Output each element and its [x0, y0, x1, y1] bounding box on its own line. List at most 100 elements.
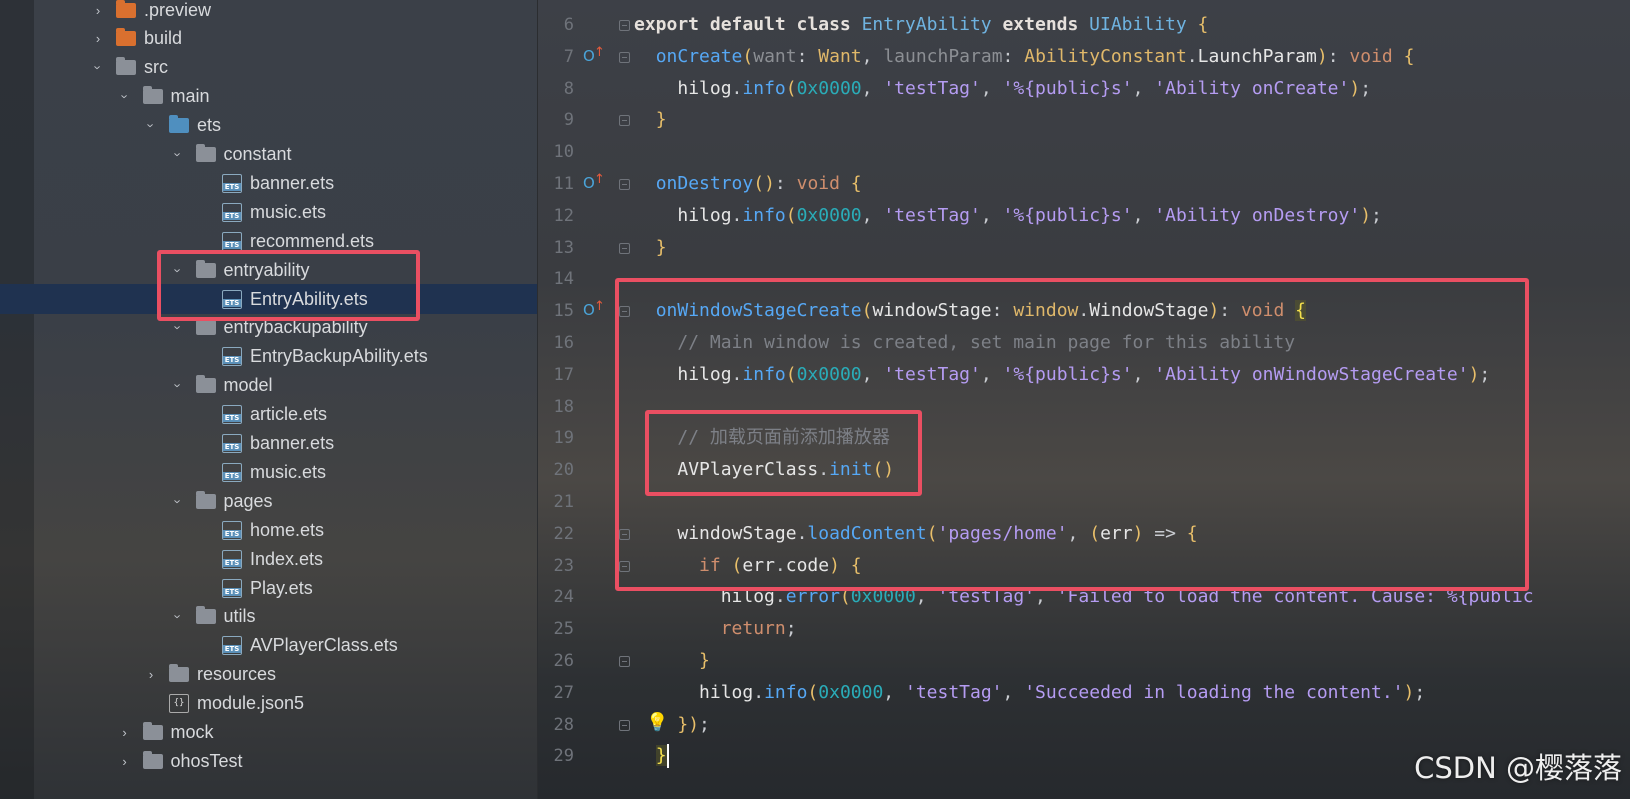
override-method-icon[interactable]: O ↑: [583, 299, 605, 323]
tree-item[interactable]: › ohosTest: [0, 746, 537, 776]
code-line: }: [655, 745, 667, 767]
chevron-down-icon[interactable]: ›: [170, 320, 185, 336]
chevron-down-icon[interactable]: ›: [170, 609, 185, 625]
tree-item[interactable]: ›ETSEntryBackupAbility.ets: [0, 342, 537, 372]
ets-file-icon: ETS: [222, 434, 242, 453]
chevron-right-icon[interactable]: ›: [117, 754, 133, 769]
chevron-down-icon[interactable]: ›: [170, 493, 185, 509]
chevron-down-icon[interactable]: ›: [144, 118, 159, 134]
avplayer-init-highlight-box: [645, 410, 922, 496]
tree-item[interactable]: ›{}module.json5: [0, 689, 537, 719]
code-line: }: [655, 109, 667, 131]
ets-file-icon: ETS: [222, 549, 242, 569]
tree-item-label: pages: [223, 490, 273, 511]
tree-item-label: ets: [197, 115, 222, 136]
line-number: 17: [553, 364, 574, 385]
folder-icon: [195, 375, 216, 394]
fold-toggle-icon[interactable]: [619, 51, 630, 63]
tree-item-label: ohosTest: [170, 750, 243, 771]
ets-file-icon: ETS: [222, 405, 242, 425]
ets-file-icon: ETS: [222, 347, 242, 367]
line-number: 24: [553, 587, 574, 608]
tree-item[interactable]: › pages: [0, 486, 537, 516]
tree-item[interactable]: ›ETShome.ets: [0, 515, 537, 545]
fold-toggle-icon[interactable]: [619, 20, 630, 31]
line-number: 6: [563, 15, 574, 35]
tree-item[interactable]: › ets: [0, 111, 537, 141]
tree-item[interactable]: › resources: [0, 660, 537, 690]
tree-item-label: music.ets: [250, 461, 327, 482]
line-number: 20: [553, 460, 574, 481]
tree-item[interactable]: › constant: [0, 140, 537, 170]
folder-icon: [195, 144, 216, 162]
tree-item[interactable]: › main: [0, 82, 537, 112]
chevron-down-icon[interactable]: ›: [91, 60, 106, 76]
chevron-right-icon[interactable]: ›: [90, 3, 106, 18]
code-line: hilog.info(0x0000, 'testTag', '%{public}…: [677, 77, 1372, 99]
chevron-right-icon[interactable]: ›: [143, 667, 159, 682]
code-editor[interactable]: 6 export default class EntryAbility exten…: [538, 0, 1630, 799]
code-line: onCreate(want: Want, launchParam: Abilit…: [655, 45, 1415, 67]
ets-file-icon: ETS: [222, 173, 242, 193]
code-line: hilog.info(0x0000, 'testTag', '%{public}…: [677, 204, 1382, 226]
tree-item[interactable]: ›ETSPlay.ets: [0, 573, 537, 603]
tree-item-label: Play.ets: [250, 577, 313, 598]
chevron-right-icon[interactable]: ›: [90, 31, 106, 46]
tree-item[interactable]: ›ETSbanner.ets: [0, 168, 537, 198]
override-method-icon[interactable]: O ↑: [583, 172, 605, 196]
ets-file-icon: ETS: [222, 462, 242, 482]
tree-item[interactable]: ›ETSbanner.ets: [0, 429, 537, 459]
line-number: 18: [553, 396, 574, 417]
chevron-down-icon[interactable]: ›: [170, 378, 185, 394]
line-number: 29: [553, 746, 574, 767]
tree-item[interactable]: ›ETSarticle.ets: [0, 400, 537, 430]
fold-toggle-icon[interactable]: [619, 179, 630, 190]
project-tree-panel: › .preview › build › src › main › ets › constant › ET…: [0, 0, 537, 799]
tree-item-label: src: [144, 57, 168, 78]
line-number: 14: [553, 269, 574, 290]
tree-item[interactable]: ›ETSmusic.ets: [0, 197, 537, 227]
tree-item[interactable]: › build: [0, 24, 537, 54]
line-number: 13: [553, 237, 574, 258]
tree-item[interactable]: ›ETSIndex.ets: [0, 544, 537, 574]
tree-item[interactable]: › mock: [0, 718, 537, 748]
line-number: 28: [553, 714, 574, 735]
folder-icon: [195, 317, 216, 336]
tree-item[interactable]: ›ETSAVPlayerClass.ets: [0, 631, 537, 661]
tree-item-label: AVPlayerClass.ets: [250, 635, 398, 656]
chevron-down-icon[interactable]: ›: [117, 89, 132, 105]
line-number: 23: [553, 555, 574, 576]
tree-item-label: .preview: [144, 0, 212, 20]
tree-item-label: recommend.ets: [250, 230, 375, 251]
ets-file-icon: ETS: [222, 636, 242, 656]
folder-icon: [116, 57, 136, 76]
line-number: 9: [563, 110, 574, 131]
fold-toggle-icon[interactable]: [619, 115, 630, 127]
line-number: 11: [553, 174, 574, 194]
ets-file-icon: ETS: [222, 202, 242, 222]
fold-toggle-icon[interactable]: [619, 656, 630, 667]
tree-item-label: module.json5: [197, 693, 305, 714]
fold-toggle-icon[interactable]: [619, 242, 630, 254]
chevron-down-icon[interactable]: ›: [170, 147, 185, 163]
tree-item-label: banner.ets: [250, 433, 335, 453]
ets-file-icon: ETS: [222, 520, 242, 540]
tree-item-label: resources: [197, 664, 277, 685]
fold-toggle-icon[interactable]: [619, 719, 630, 731]
chevron-right-icon[interactable]: ›: [117, 725, 133, 740]
tree-item-label: build: [144, 28, 183, 49]
folder-icon: [142, 722, 163, 740]
tree-item[interactable]: › model: [0, 371, 537, 401]
tree-item[interactable]: ›ETSmusic.ets: [0, 457, 537, 487]
line-number: 27: [553, 682, 574, 703]
tree-item-label: Index.ets: [250, 548, 324, 569]
tree-item[interactable]: › src: [0, 53, 537, 83]
tree-item[interactable]: › utils: [0, 602, 537, 632]
tree-item-label: main: [170, 86, 210, 107]
entryability-highlight-box: [157, 250, 420, 321]
folder-icon: [142, 86, 163, 105]
tree-item[interactable]: › .preview: [0, 0, 537, 25]
override-method-icon[interactable]: O ↑: [583, 45, 605, 69]
tree-item-label: home.ets: [250, 519, 325, 540]
line-number: 15: [553, 301, 574, 322]
